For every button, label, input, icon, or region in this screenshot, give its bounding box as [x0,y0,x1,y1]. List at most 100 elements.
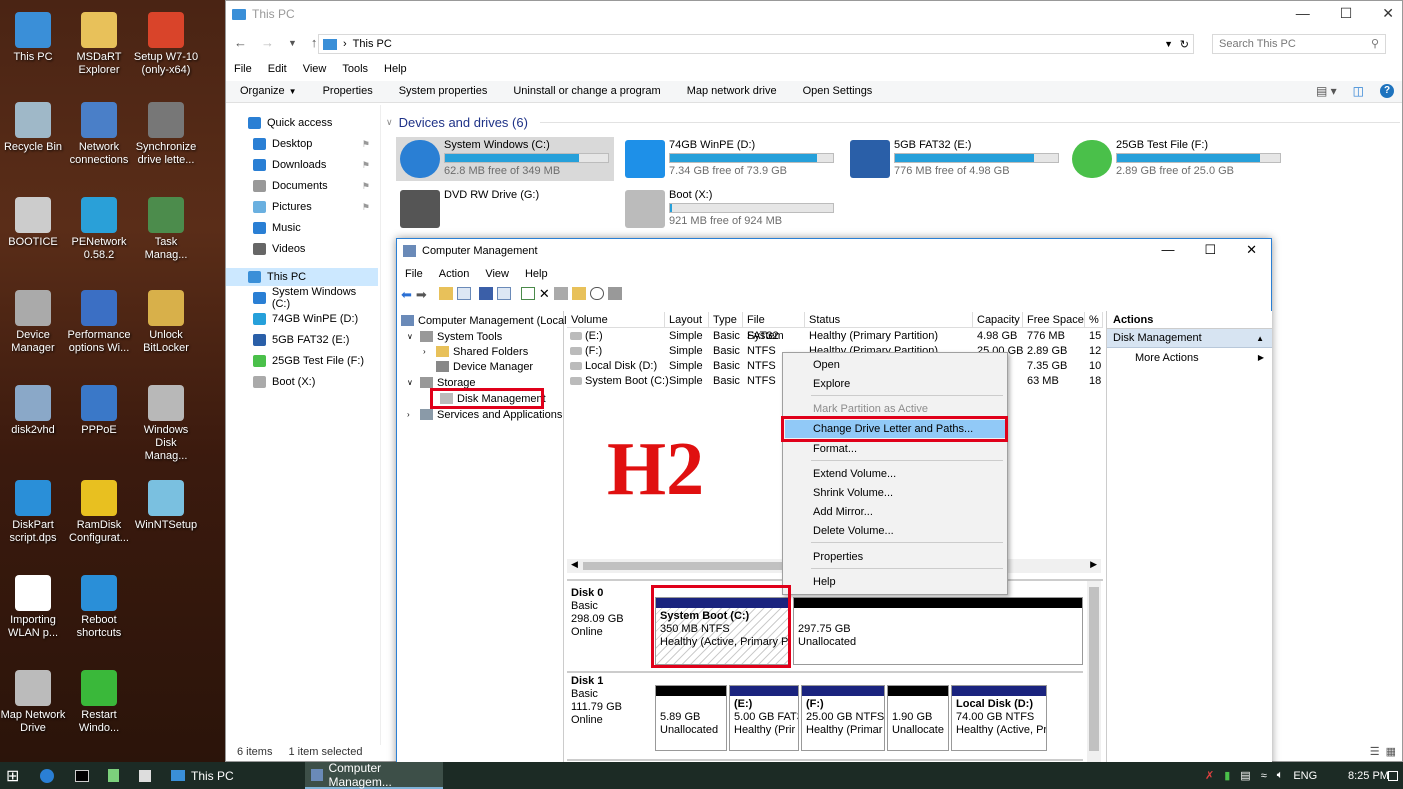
context-menu-item[interactable]: Help [813,573,836,591]
forward-icon[interactable]: ➡ [416,287,427,303]
preview-pane-icon[interactable]: ◫ [1353,84,1364,98]
toolbar-button[interactable]: Open Settings [803,85,873,97]
partition-block[interactable]: (E:) 5.00 GB FAT3 Healthy (Prir [729,685,799,751]
vertical-scrollbar[interactable] [1087,581,1101,763]
drive-tile[interactable]: Boot (X:) 921 MB free of 924 MB [621,187,839,231]
forward-arrow-icon[interactable]: → [261,35,274,50]
drive-tile[interactable]: 25GB Test File (F:) 2.89 GB free of 25.0 … [1068,137,1286,181]
actions-disk-management[interactable]: Disk Management ▲ [1107,329,1272,348]
nav-item[interactable]: Desktop ⚑ [253,135,376,153]
nav-item[interactable]: 5GB FAT32 (E:) [253,331,376,349]
desktop-icon[interactable]: BOOTICE [0,197,66,249]
help-icon[interactable]: ? [1380,84,1394,98]
desktop-icon[interactable]: MSDaRT Explorer [66,12,132,77]
partition-block[interactable]: 1.90 GB Unallocate [887,685,949,751]
table-row[interactable]: (E:) Simple Basic FAT32 Healthy (Primary Par… [567,329,1103,344]
usb-icon[interactable]: ▮ [1224,769,1230,782]
context-menu-item[interactable]: Properties [813,548,863,566]
disk-label[interactable]: Disk 0 Basic 298.09 GB Online [571,587,653,639]
refresh-icon[interactable] [520,287,535,300]
maximize-button[interactable]: ☐ [1340,5,1353,22]
desktop-icon[interactable]: Device Manager [0,290,66,355]
notification-icon[interactable] [1388,762,1398,789]
cmd-icon[interactable] [75,762,89,789]
desktop-icon[interactable]: Restart Windo... [66,670,132,735]
desktop-icon[interactable]: Windows Disk Manag... [133,385,199,463]
cm-maximize-button[interactable]: ☐ [1204,242,1216,258]
desktop-icon[interactable]: RamDisk Configurat... [66,480,132,545]
save-icon[interactable] [139,762,151,789]
search-input[interactable]: Search This PC [1219,38,1296,50]
app-m-icon[interactable] [40,762,54,789]
drive-tile[interactable]: 5GB FAT32 (E:) 776 MB free of 4.98 GB [846,137,1064,181]
partition-block[interactable]: 297.75 GB Unallocated [793,597,1083,665]
taskbar-this-pc[interactable]: This PC [165,762,300,789]
disk-label[interactable]: Disk 1 Basic 111.79 GB Online [571,675,653,727]
network-error-icon[interactable]: ✗ [1205,769,1214,782]
check-icon[interactable] [553,287,568,300]
wifi-icon[interactable]: ≈ [1261,770,1267,782]
partition-block[interactable]: 5.89 GB Unallocated [655,685,727,751]
nav-item[interactable]: Pictures ⚑ [253,198,376,216]
nav-item[interactable]: 25GB Test File (F:) [253,352,376,370]
nav-item[interactable]: Boot (X:) [253,373,376,391]
column-header[interactable]: % [1085,312,1103,328]
column-header[interactable]: Type [709,312,743,328]
context-menu-item[interactable]: Explore [813,375,850,393]
nav-item[interactable]: Downloads ⚑ [253,156,376,174]
start-button[interactable]: ⊞ [6,762,19,789]
delete-icon[interactable]: ✕ [539,287,550,303]
chevron-down-icon[interactable]: ∨ [407,378,416,387]
cm-menu-item[interactable]: File [405,268,423,280]
desktop-icon[interactable]: Unlock BitLocker [133,290,199,355]
desktop-icon[interactable]: Performance options Wi... [66,290,132,355]
notepad-icon[interactable] [108,762,119,789]
volume-icon[interactable]: 🔈︎ [1277,769,1284,782]
more-actions[interactable]: More Actions ▶ [1107,348,1272,368]
taskbar-computer-management[interactable]: Computer Managem... [305,761,443,789]
minimize-button[interactable]: — [1296,5,1310,22]
desktop-icon[interactable]: Task Manag... [133,197,199,262]
drive-tile[interactable]: 74GB WinPE (D:) 7.34 GB free of 73.9 GB [621,137,839,181]
help-book-icon[interactable] [478,287,493,300]
back-icon[interactable]: ⬅ [401,287,412,303]
menu-item[interactable]: File [234,63,252,75]
cm-tree-item[interactable]: ∨ System Tools [407,329,502,344]
context-menu-item[interactable]: Format... [813,440,857,458]
desktop-icon[interactable]: Synchronize drive lette... [133,102,199,167]
column-header[interactable]: Free Space [1023,312,1085,328]
large-icons-view-icon[interactable]: ▦ [1386,745,1396,758]
desktop-icon[interactable]: This PC [0,12,66,64]
address-bar[interactable]: › This PC ▼ ↻ [318,34,1194,54]
menu-item[interactable]: Edit [268,63,287,75]
show-hide-tree-icon[interactable] [456,287,471,300]
partition-block[interactable]: (F:) 25.00 GB NTFS Healthy (Primar [801,685,885,751]
context-menu-item[interactable]: Delete Volume... [813,522,894,540]
context-menu-item[interactable]: Add Mirror... [813,503,873,521]
chevron-down-icon[interactable]: ∨ [386,117,393,128]
toolbar-button[interactable]: Uninstall or change a program [513,85,660,97]
properties-icon[interactable] [496,287,511,300]
cm-tree-item[interactable]: › Shared Folders [423,344,528,359]
column-header[interactable]: Status [805,312,973,328]
search-box[interactable]: Search This PC ⚲ [1212,34,1386,54]
language-indicator[interactable]: ENG [1293,770,1317,782]
toolbar-button[interactable]: Organize [240,85,285,97]
back-arrow-icon[interactable]: ← [234,35,247,50]
column-header[interactable]: Volume [567,312,665,328]
drive-tile[interactable]: System Windows (C:) 62.8 MB free of 349 M… [396,137,614,181]
folder-up-icon[interactable] [438,287,453,300]
collapse-up-icon[interactable]: ▲ [1256,329,1264,348]
desktop-icon[interactable]: Importing WLAN p... [0,575,66,640]
cm-menu-item[interactable]: Action [439,268,470,280]
ethernet-icon[interactable]: ▤ [1240,769,1250,782]
dropdown-arrow-icon[interactable]: ▼ [288,38,297,50]
cm-tree-item[interactable]: Device Manager [423,359,533,374]
nav-item[interactable]: Music [253,219,376,237]
up-arrow-icon[interactable]: ↑ [311,35,318,50]
cm-tree-item[interactable]: Computer Management (Local [401,313,567,328]
column-header[interactable]: Layout [665,312,709,328]
column-header[interactable]: File System [743,312,805,342]
nav-item[interactable]: System Windows (C:) [253,286,376,310]
desktop-icon[interactable]: WinNTSetup [133,480,199,532]
